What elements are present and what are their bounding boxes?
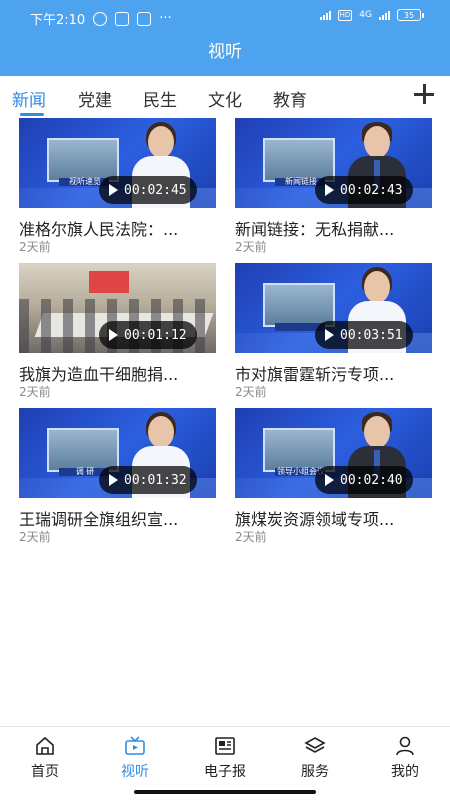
video-time: 2天前 bbox=[235, 530, 267, 544]
video-duration: 00:02:43 bbox=[340, 182, 403, 198]
video-title: 我旗为造血干细胞捐... bbox=[19, 365, 179, 384]
video-duration: 00:01:12 bbox=[124, 327, 187, 343]
page-title: 视听 bbox=[0, 34, 450, 76]
video-duration: 00:03:51 bbox=[340, 327, 403, 343]
video-time: 2天前 bbox=[19, 240, 51, 254]
video-card[interactable]: 调 研 00:01:32 王瑞调研全旗组织宣... 2天前 bbox=[19, 408, 216, 544]
nav-label: 首页 bbox=[31, 764, 59, 780]
duration-badge: 00:01:12 bbox=[99, 321, 197, 349]
status-time: 下午2:10 bbox=[30, 13, 86, 28]
tab-culture[interactable]: 文化 bbox=[208, 86, 242, 111]
tab-education[interactable]: 教育 bbox=[273, 86, 307, 111]
video-time: 2天前 bbox=[19, 530, 51, 544]
battery-icon: 35 bbox=[397, 9, 424, 21]
hd-icon: HD bbox=[337, 9, 353, 21]
duration-badge: 00:02:43 bbox=[315, 176, 413, 204]
home-indicator[interactable] bbox=[134, 790, 316, 794]
duration-badge: 00:03:51 bbox=[315, 321, 413, 349]
more-notifications-icon: ··· bbox=[159, 11, 172, 26]
video-duration: 00:02:40 bbox=[340, 472, 403, 488]
video-title: 准格尔旗人民法院：... bbox=[19, 220, 179, 239]
wifi-signal-icon bbox=[319, 10, 331, 20]
video-time: 2天前 bbox=[19, 385, 51, 399]
duration-badge: 00:02:40 bbox=[315, 466, 413, 494]
status-bar: 下午2:10 ··· HD 4G 35 bbox=[0, 0, 450, 34]
video-card[interactable]: 视听速览 00:02:45 准格尔旗人民法院：... 2天前 bbox=[19, 118, 216, 254]
video-card[interactable]: 新闻链接 00:02:43 新闻链接：无私捐献... 2天前 bbox=[235, 118, 432, 254]
cell-signal-icon bbox=[379, 10, 390, 20]
play-icon bbox=[325, 184, 334, 196]
app-notification-icon-2 bbox=[137, 11, 152, 26]
play-icon bbox=[325, 329, 334, 341]
nav-home[interactable]: 首页 bbox=[15, 735, 75, 781]
duration-badge: 00:02:45 bbox=[99, 176, 197, 204]
layers-icon bbox=[304, 737, 326, 753]
video-card[interactable]: 00:03:51 市对旗雷霆斩污专项... 2天前 bbox=[235, 263, 432, 399]
video-time: 2天前 bbox=[235, 385, 267, 399]
nav-label: 视听 bbox=[121, 764, 149, 780]
add-channel-icon[interactable] bbox=[414, 84, 434, 104]
alarm-icon bbox=[93, 11, 108, 26]
video-title: 旗煤炭资源领域专项... bbox=[235, 510, 395, 529]
category-tabs: 新闻 党建 民生 文化 教育 bbox=[0, 76, 450, 120]
play-icon bbox=[109, 184, 118, 196]
video-time: 2天前 bbox=[235, 240, 267, 254]
video-title: 市对旗雷霆斩污专项... bbox=[235, 365, 395, 384]
duration-badge: 00:01:32 bbox=[99, 466, 197, 494]
play-icon bbox=[109, 329, 118, 341]
battery-level: 35 bbox=[397, 9, 421, 21]
network-type: 4G bbox=[359, 10, 372, 20]
nav-video[interactable]: 视听 bbox=[105, 735, 165, 781]
play-icon bbox=[109, 474, 118, 486]
bottom-nav: 首页 视听 电子报 服务 我的 bbox=[0, 726, 450, 800]
nav-services[interactable]: 服务 bbox=[285, 735, 345, 781]
newspaper-icon bbox=[215, 737, 235, 755]
video-duration: 00:02:45 bbox=[124, 182, 187, 198]
video-card[interactable]: 00:01:12 我旗为造血干细胞捐... 2天前 bbox=[19, 263, 216, 399]
play-icon bbox=[325, 474, 334, 486]
tab-party[interactable]: 党建 bbox=[78, 86, 112, 111]
nav-label: 我的 bbox=[391, 764, 419, 780]
nav-label: 服务 bbox=[301, 764, 329, 780]
nav-label: 电子报 bbox=[204, 764, 246, 780]
tab-news[interactable]: 新闻 bbox=[12, 86, 46, 111]
user-icon bbox=[396, 736, 414, 756]
active-tab-indicator bbox=[20, 113, 44, 116]
video-title: 王瑞调研全旗组织宣... bbox=[19, 510, 179, 529]
home-icon bbox=[36, 736, 54, 755]
tab-livelihood[interactable]: 民生 bbox=[143, 86, 177, 111]
nav-epaper[interactable]: 电子报 bbox=[195, 735, 255, 781]
video-title: 新闻链接：无私捐献... bbox=[235, 220, 395, 239]
tv-icon bbox=[125, 736, 145, 755]
video-duration: 00:01:32 bbox=[124, 472, 187, 488]
video-card[interactable]: 领导小组会议 00:02:40 旗煤炭资源领域专项... 2天前 bbox=[235, 408, 432, 544]
app-notification-icon bbox=[115, 11, 130, 26]
nav-profile[interactable]: 我的 bbox=[375, 735, 435, 781]
